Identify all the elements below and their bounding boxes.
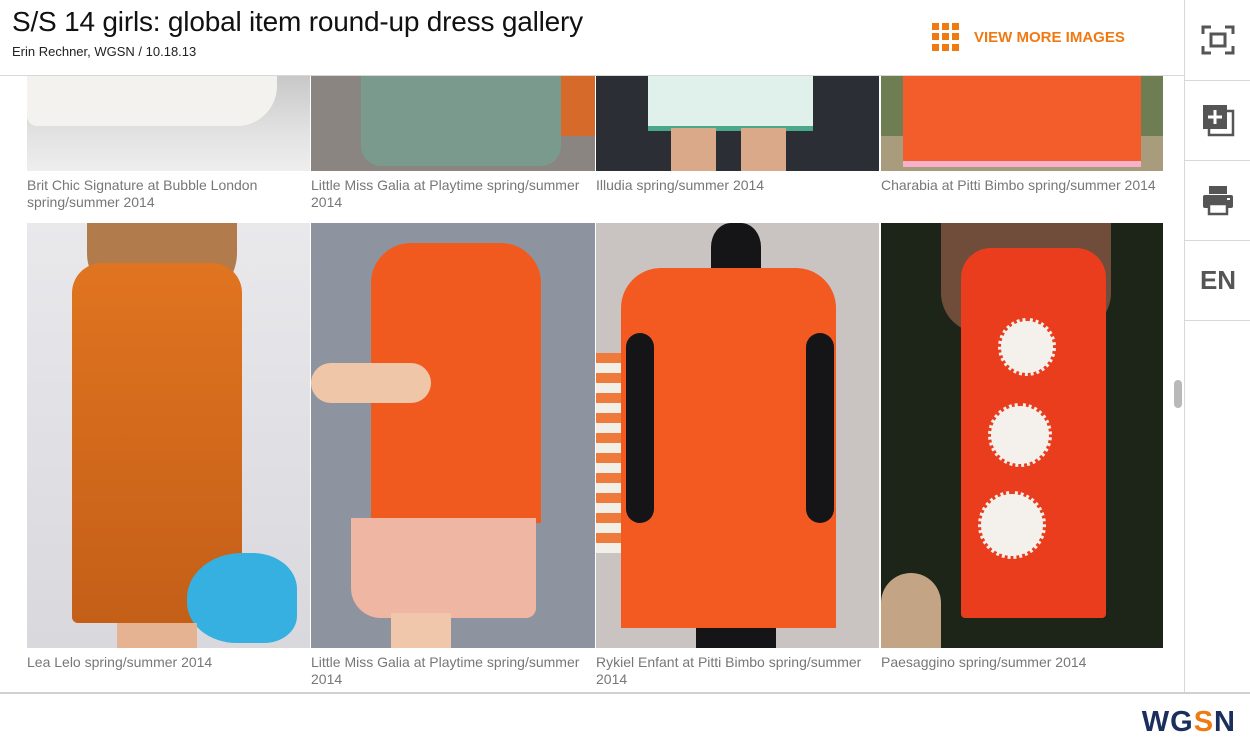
footer: WGSN xyxy=(0,692,1250,742)
view-more-images-button[interactable]: VIEW MORE IMAGES xyxy=(932,22,1125,52)
gallery-caption: Lea Lelo spring/summer 2014 xyxy=(27,654,213,670)
gallery-caption: Little Miss Galia at Playtime spring/sum… xyxy=(311,654,580,687)
gallery-image[interactable] xyxy=(596,223,879,648)
gallery-item[interactable]: Charabia at Pitti Bimbo spring/summer 20… xyxy=(881,76,1163,206)
gallery-item[interactable]: Illudia spring/summer 2014 xyxy=(596,76,879,206)
gallery-caption: Paesaggino spring/summer 2014 xyxy=(881,654,1087,670)
add-to-board-icon xyxy=(1203,105,1235,137)
gallery-caption: Little Miss Galia at Playtime spring/sum… xyxy=(311,177,580,210)
gallery-item[interactable]: Rykiel Enfant at Pitti Bimbo spring/summ… xyxy=(596,223,879,692)
gallery-image[interactable] xyxy=(311,223,595,648)
gallery-item[interactable]: Little Miss Galia at Playtime spring/sum… xyxy=(311,223,595,692)
language-button[interactable]: EN xyxy=(1185,240,1250,321)
page-title: S/S 14 girls: global item round-up dress… xyxy=(12,6,583,37)
print-button[interactable] xyxy=(1185,160,1250,241)
gallery-item[interactable]: Lea Lelo spring/summer 2014 xyxy=(27,223,310,692)
gallery-caption: Brit Chic Signature at Bubble London spr… xyxy=(27,177,258,210)
gallery-item[interactable]: Paesaggino spring/summer 2014 xyxy=(881,223,1163,692)
fullscreen-button[interactable] xyxy=(1185,0,1250,81)
view-more-images-label: VIEW MORE IMAGES xyxy=(974,28,1125,46)
gallery-caption: Charabia at Pitti Bimbo spring/summer 20… xyxy=(881,177,1156,193)
header: S/S 14 girls: global item round-up dress… xyxy=(0,0,1184,76)
byline: Erin Rechner, WGSN / 10.18.13 xyxy=(12,44,197,59)
grid-icon xyxy=(932,23,960,51)
print-icon xyxy=(1203,186,1233,216)
gallery-image[interactable] xyxy=(596,76,879,171)
wgsn-logo[interactable]: WGSN xyxy=(1142,706,1236,739)
language-label: EN xyxy=(1199,264,1237,295)
gallery-image[interactable] xyxy=(27,223,310,648)
gallery-image[interactable] xyxy=(881,76,1163,171)
sidebar: EN xyxy=(1184,0,1250,692)
add-to-board-button[interactable] xyxy=(1185,80,1250,161)
fullscreen-icon xyxy=(1201,25,1235,55)
gallery-caption: Illudia spring/summer 2014 xyxy=(596,177,765,193)
gallery-image[interactable] xyxy=(881,223,1163,648)
gallery-image[interactable] xyxy=(311,76,595,171)
gallery-item[interactable]: Brit Chic Signature at Bubble London spr… xyxy=(27,76,310,210)
gallery: Brit Chic Signature at Bubble London spr… xyxy=(0,76,1184,692)
scrollbar-thumb[interactable] xyxy=(1174,380,1182,408)
gallery-caption: Rykiel Enfant at Pitti Bimbo spring/summ… xyxy=(596,654,862,687)
gallery-image[interactable] xyxy=(27,76,310,171)
gallery-item[interactable]: Little Miss Galia at Playtime spring/sum… xyxy=(311,76,595,210)
